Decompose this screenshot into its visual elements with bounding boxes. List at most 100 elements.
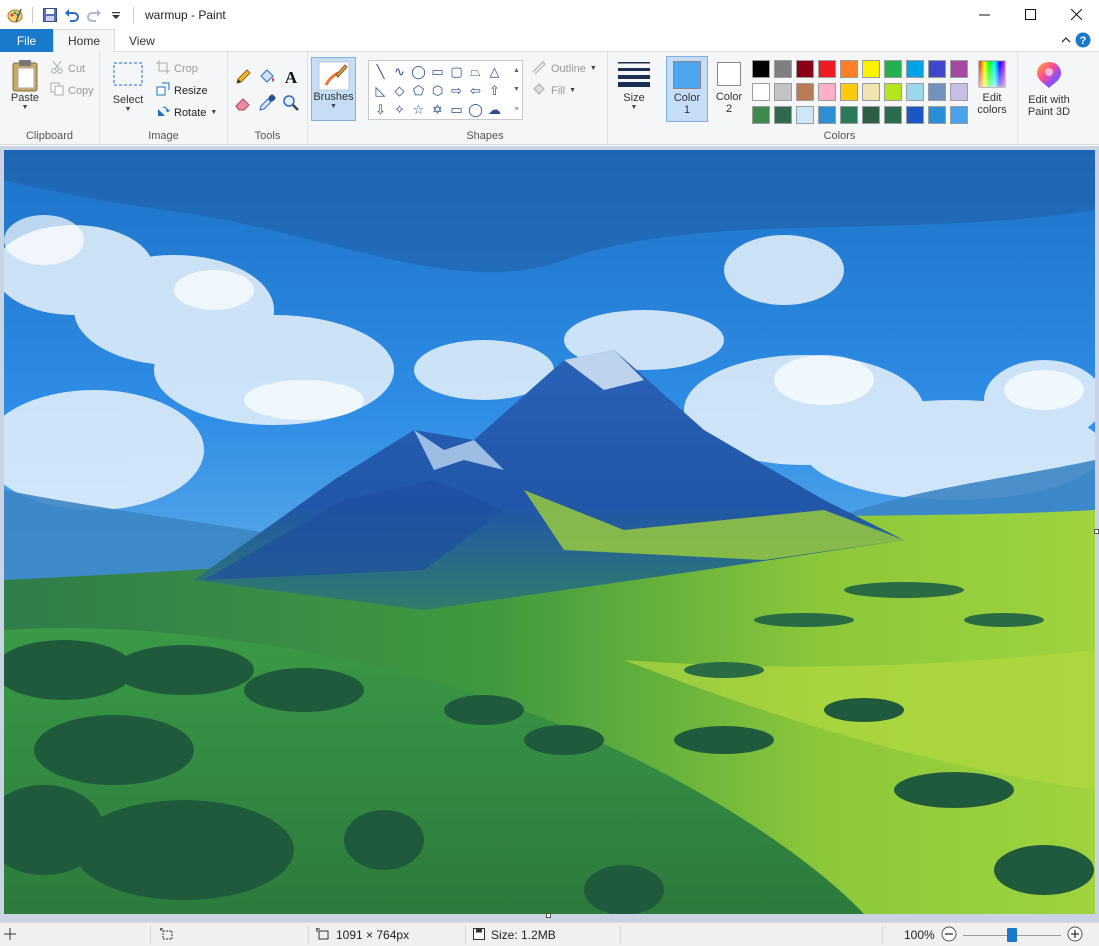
palette-swatch[interactable]	[950, 60, 968, 78]
palette-swatch[interactable]	[796, 60, 814, 78]
line-shape-icon[interactable]: ╲	[371, 62, 390, 81]
canvas-resize-handle-bottom[interactable]	[546, 913, 551, 918]
paste-button[interactable]: Paste ▼	[6, 58, 44, 112]
canvas-resize-handle-right[interactable]	[1094, 529, 1099, 534]
minimize-icon[interactable]	[961, 0, 1007, 29]
size-button[interactable]: Size ▼	[614, 60, 654, 112]
edit-with-paint3d-button[interactable]: Edit with Paint 3D	[1022, 60, 1076, 118]
tab-home[interactable]: Home	[53, 29, 116, 53]
palette-swatch[interactable]	[928, 60, 946, 78]
resize-button[interactable]: Resize	[156, 82, 208, 99]
oval-callout-shape-icon[interactable]: ◯	[466, 100, 485, 119]
color1-button[interactable]: Color 1	[666, 56, 708, 122]
maximize-icon[interactable]	[1007, 0, 1053, 29]
color2-button[interactable]: Color 2	[710, 62, 748, 115]
rotate-dropdown-icon[interactable]: ▼	[210, 109, 217, 117]
size-dropdown-icon[interactable]: ▼	[631, 104, 638, 112]
fill-button[interactable]: Fill ▼	[531, 82, 576, 99]
palette-swatch[interactable]	[752, 60, 770, 78]
gallery-more-icon[interactable]: ≡	[514, 106, 518, 113]
palette-swatch[interactable]	[950, 106, 968, 124]
outline-dropdown-icon[interactable]: ▼	[590, 65, 597, 73]
up-arrow-shape-icon[interactable]: ⇧	[485, 81, 504, 100]
palette-swatch[interactable]	[840, 60, 858, 78]
down-arrow-shape-icon[interactable]: ⇩	[371, 100, 390, 119]
triangle-shape-icon[interactable]: △	[485, 62, 504, 81]
diamond-shape-icon[interactable]: ◇	[390, 81, 409, 100]
right-triangle-shape-icon[interactable]: ◺	[371, 81, 390, 100]
outline-button[interactable]: Outline ▼	[531, 60, 597, 77]
rectangle-shape-icon[interactable]: ▭	[428, 62, 447, 81]
zoom-in-icon[interactable]	[1067, 926, 1083, 945]
palette-swatch[interactable]	[752, 83, 770, 101]
tab-view[interactable]: View	[115, 29, 169, 52]
hexagon-shape-icon[interactable]: ⬡	[428, 81, 447, 100]
palette-swatch[interactable]	[862, 83, 880, 101]
close-icon[interactable]	[1053, 0, 1099, 29]
brushes-button[interactable]: Brushes ▼	[311, 57, 356, 121]
shapes-gallery[interactable]: ╲ ∿ ◯ ▭ ▢ ⏢ △ ◺ ◇ ⬠ ⬡ ⇨ ⇦ ⇧ ⇩ ✧ ☆ ✡ ▭ ◯	[368, 60, 523, 120]
app-paint-icon[interactable]	[5, 5, 25, 25]
palette-swatch[interactable]	[818, 106, 836, 124]
palette-swatch[interactable]	[774, 83, 792, 101]
palette-swatch[interactable]	[884, 83, 902, 101]
collapse-ribbon-icon[interactable]	[1059, 33, 1073, 50]
palette-swatch[interactable]	[752, 106, 770, 124]
crop-button[interactable]: Crop	[156, 60, 198, 77]
palette-swatch[interactable]	[906, 106, 924, 124]
shapes-scroll[interactable]: ▲ ▼ ≡	[511, 60, 523, 120]
palette-swatch[interactable]	[818, 83, 836, 101]
scroll-down-icon[interactable]: ▼	[513, 86, 520, 93]
fill-dropdown-icon[interactable]: ▼	[569, 87, 576, 95]
palette-swatch[interactable]	[840, 83, 858, 101]
palette-swatch[interactable]	[884, 60, 902, 78]
five-point-star-shape-icon[interactable]: ☆	[409, 100, 428, 119]
palette-swatch[interactable]	[884, 106, 902, 124]
zoom-out-icon[interactable]	[941, 926, 957, 945]
rounded-callout-shape-icon[interactable]: ▭	[447, 100, 466, 119]
drawing-canvas[interactable]	[4, 150, 1095, 914]
eraser-icon[interactable]	[234, 94, 252, 115]
palette-swatch[interactable]	[862, 106, 880, 124]
save-icon[interactable]	[40, 5, 60, 25]
customize-qat-icon[interactable]	[106, 5, 126, 25]
redo-icon[interactable]	[84, 5, 104, 25]
rotate-button[interactable]: Rotate ▼	[156, 104, 217, 121]
palette-swatch[interactable]	[774, 60, 792, 78]
paste-dropdown-icon[interactable]: ▼	[22, 104, 29, 112]
palette-swatch[interactable]	[796, 83, 814, 101]
palette-swatch[interactable]	[906, 83, 924, 101]
select-dropdown-icon[interactable]: ▼	[125, 106, 132, 114]
palette-swatch[interactable]	[906, 60, 924, 78]
curve-shape-icon[interactable]: ∿	[390, 62, 409, 81]
palette-swatch[interactable]	[928, 83, 946, 101]
palette-swatch[interactable]	[840, 106, 858, 124]
four-point-star-shape-icon[interactable]: ✧	[390, 100, 409, 119]
select-button[interactable]: Select ▼	[108, 60, 148, 114]
right-arrow-shape-icon[interactable]: ⇨	[447, 81, 466, 100]
palette-swatch[interactable]	[862, 60, 880, 78]
six-point-star-shape-icon[interactable]: ✡	[428, 100, 447, 119]
edit-colors-button[interactable]: Edit colors	[972, 60, 1012, 116]
rounded-rectangle-shape-icon[interactable]: ▢	[447, 62, 466, 81]
tab-file[interactable]: File	[0, 29, 53, 52]
scroll-up-icon[interactable]: ▲	[513, 67, 520, 74]
magnifier-icon[interactable]	[282, 94, 300, 115]
fill-bucket-icon[interactable]	[258, 68, 276, 89]
text-icon[interactable]: A	[282, 68, 300, 89]
palette-swatch[interactable]	[774, 106, 792, 124]
left-arrow-shape-icon[interactable]: ⇦	[466, 81, 485, 100]
palette-swatch[interactable]	[928, 106, 946, 124]
polygon-shape-icon[interactable]: ⏢	[466, 62, 485, 81]
undo-icon[interactable]	[62, 5, 82, 25]
brushes-dropdown-icon[interactable]: ▼	[330, 103, 337, 111]
palette-swatch[interactable]	[818, 60, 836, 78]
cloud-callout-shape-icon[interactable]: ☁	[485, 100, 504, 119]
palette-swatch[interactable]	[796, 106, 814, 124]
color-picker-icon[interactable]	[258, 94, 276, 115]
palette-swatch[interactable]	[950, 83, 968, 101]
pencil-icon[interactable]	[234, 68, 252, 89]
copy-button[interactable]: Copy	[50, 82, 94, 99]
pentagon-shape-icon[interactable]: ⬠	[409, 81, 428, 100]
help-icon[interactable]: ?	[1075, 32, 1091, 51]
